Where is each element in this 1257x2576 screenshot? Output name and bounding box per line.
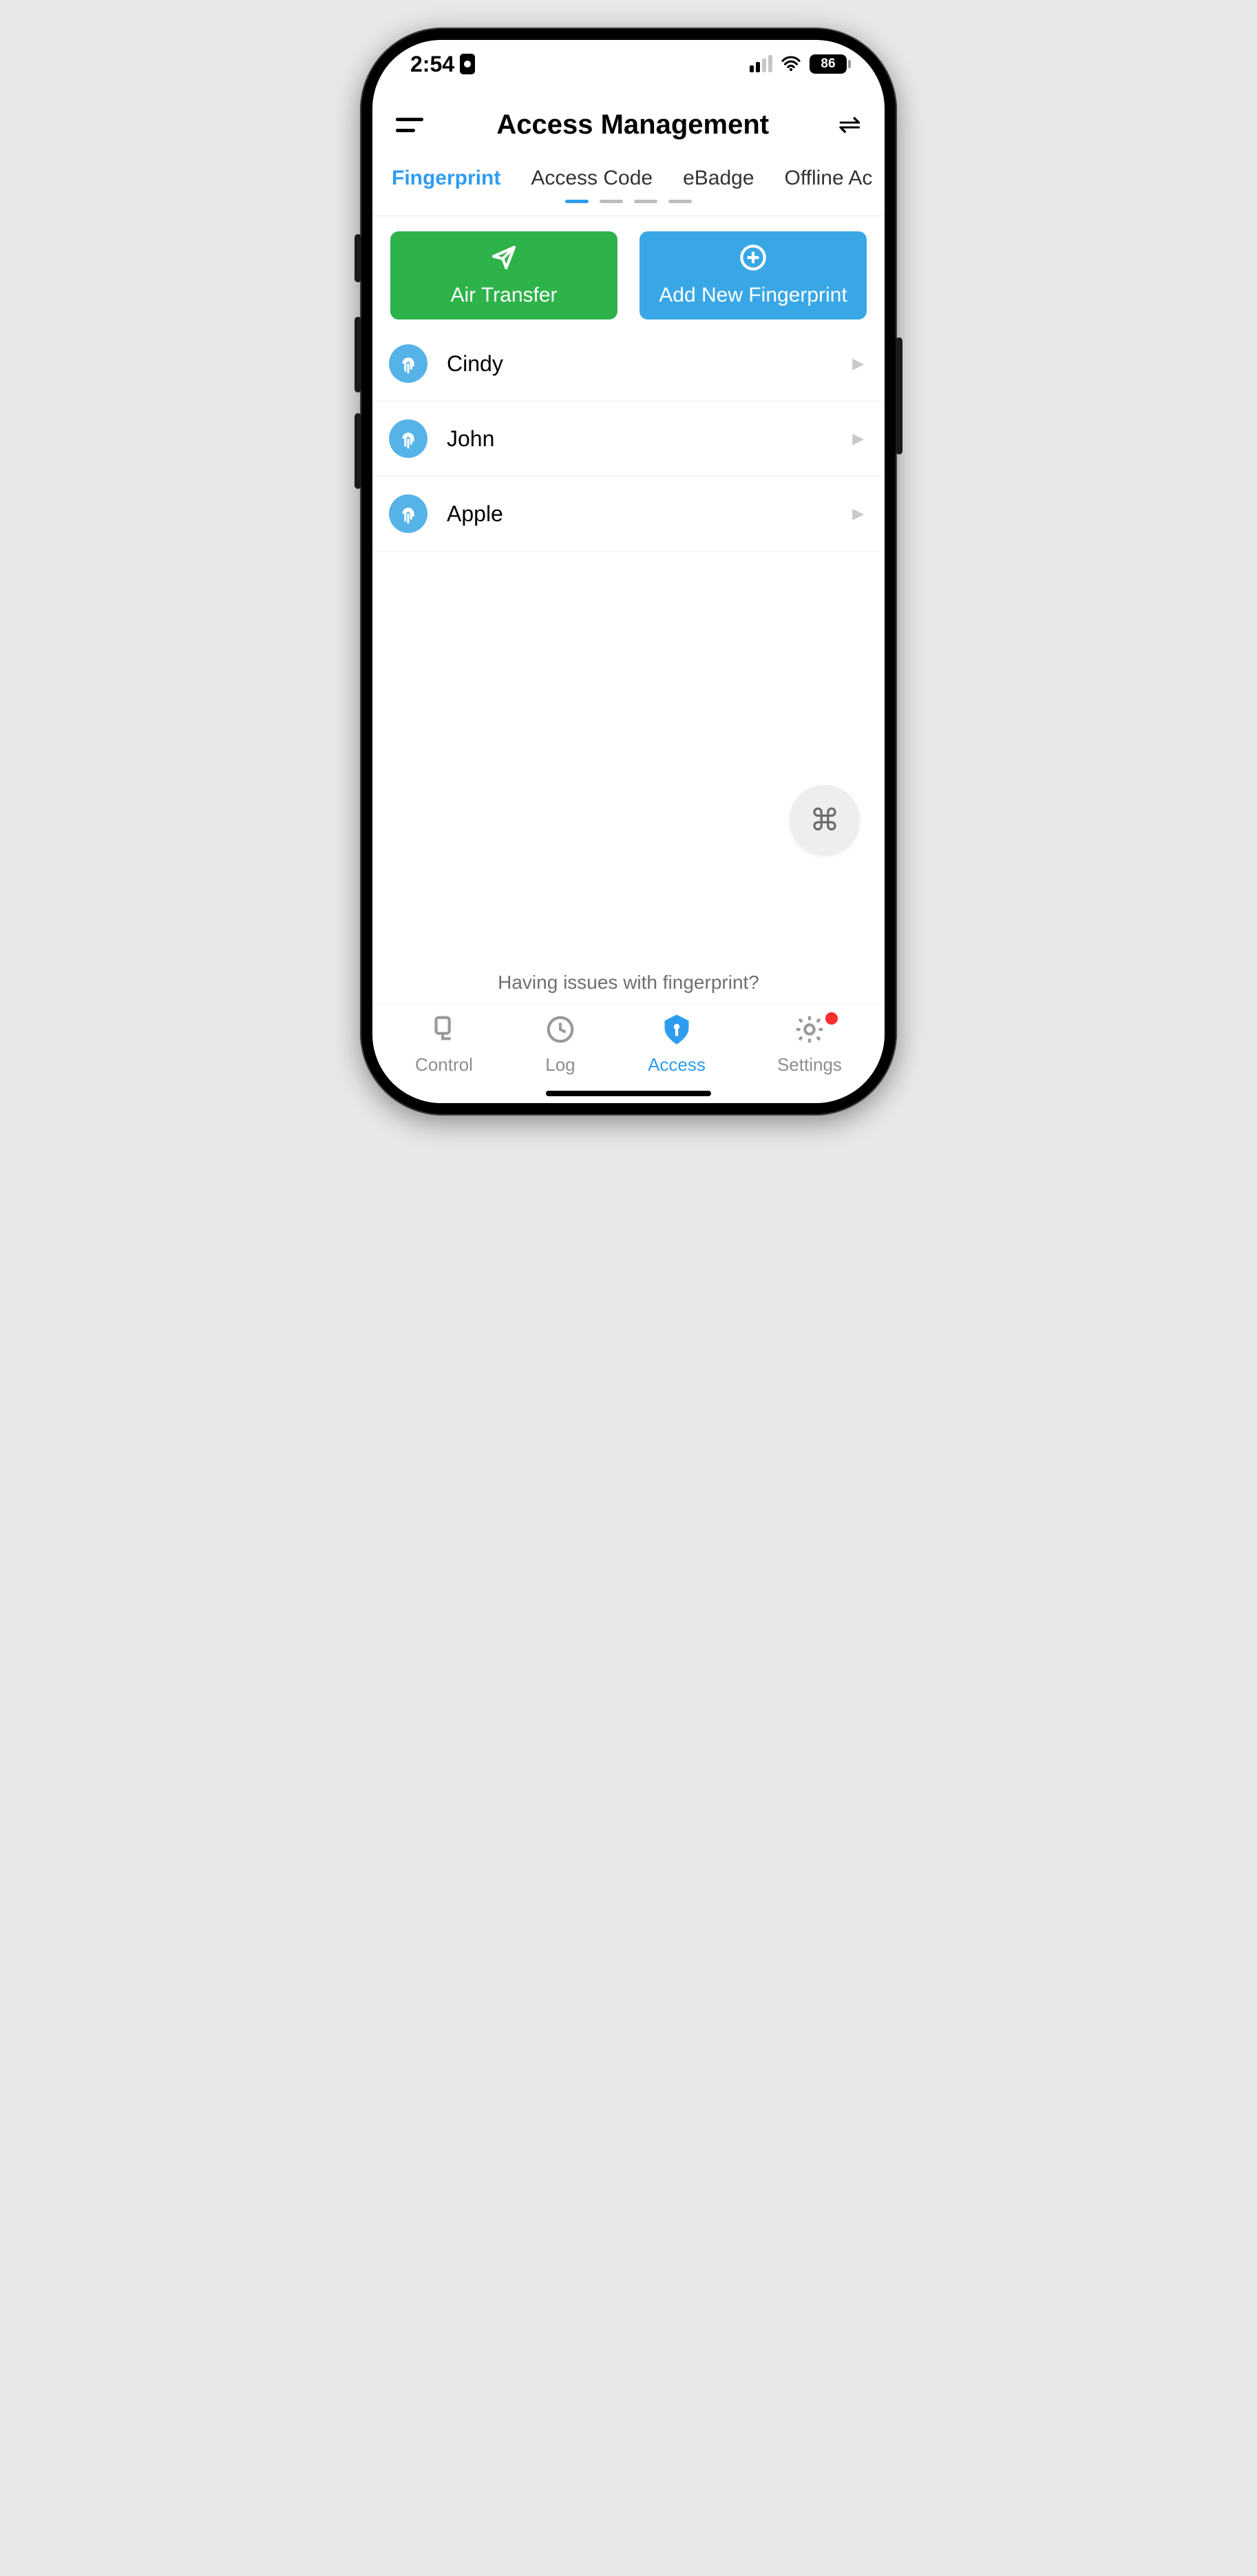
status-time: 2:54 bbox=[410, 52, 454, 77]
nav-settings[interactable]: Settings bbox=[777, 1014, 842, 1076]
add-fingerprint-button[interactable]: Add New Fingerprint bbox=[640, 231, 867, 320]
access-tabs: Fingerprint Access Code eBadge Offline A… bbox=[372, 147, 885, 200]
help-link[interactable]: Having issues with fingerprint? bbox=[372, 959, 885, 1003]
list-item-label: John bbox=[447, 426, 833, 452]
chevron-right-icon: ▶ bbox=[852, 355, 864, 373]
key-badge-icon bbox=[661, 1014, 693, 1050]
nav-label: Settings bbox=[777, 1054, 842, 1076]
command-fab[interactable]: ⌘ bbox=[790, 785, 860, 855]
chevron-right-icon: ▶ bbox=[852, 505, 864, 523]
notification-badge bbox=[825, 1012, 838, 1025]
gear-icon bbox=[794, 1014, 825, 1050]
nav-log[interactable]: Log bbox=[545, 1014, 576, 1076]
home-indicator[interactable] bbox=[546, 1091, 711, 1096]
plus-circle-icon bbox=[739, 244, 767, 277]
wifi-icon bbox=[781, 52, 801, 77]
tab-ebadge[interactable]: eBadge bbox=[683, 167, 754, 190]
tab-offline-access[interactable]: Offline Ac bbox=[785, 167, 873, 190]
list-item-label: Cindy bbox=[447, 351, 833, 377]
paper-plane-icon bbox=[490, 244, 518, 277]
list-item[interactable]: John ▶ bbox=[372, 401, 885, 477]
status-profile-icon bbox=[460, 54, 475, 74]
air-transfer-button[interactable]: Air Transfer bbox=[390, 231, 617, 320]
battery-icon: 86 bbox=[810, 54, 847, 74]
control-icon bbox=[428, 1014, 460, 1050]
list-item[interactable]: Cindy ▶ bbox=[372, 326, 885, 401]
nav-label: Control bbox=[415, 1054, 473, 1076]
fingerprint-list: Cindy ▶ John ▶ Apple ▶ bbox=[372, 326, 885, 959]
list-item[interactable]: Apple ▶ bbox=[372, 477, 885, 552]
chevron-right-icon: ▶ bbox=[852, 430, 864, 448]
signal-icon bbox=[750, 56, 772, 72]
tab-access-code[interactable]: Access Code bbox=[531, 167, 653, 190]
menu-button[interactable] bbox=[396, 109, 427, 140]
nav-label: Log bbox=[545, 1054, 575, 1076]
fingerprint-icon bbox=[389, 419, 427, 458]
nav-control[interactable]: Control bbox=[415, 1014, 473, 1076]
page-title: Access Management bbox=[496, 109, 769, 140]
fingerprint-icon bbox=[389, 344, 427, 383]
command-icon: ⌘ bbox=[810, 803, 840, 838]
list-item-label: Apple bbox=[447, 501, 833, 527]
bottom-nav: Control Log Access Settings bbox=[372, 1003, 885, 1081]
fingerprint-icon bbox=[389, 494, 427, 533]
switch-icon[interactable]: ⇌ bbox=[838, 109, 861, 140]
nav-label: Access bbox=[648, 1054, 706, 1076]
status-bar: 2:54 86 bbox=[372, 40, 885, 88]
nav-access[interactable]: Access bbox=[648, 1014, 706, 1076]
tab-fingerprint[interactable]: Fingerprint bbox=[392, 167, 500, 190]
clock-icon bbox=[545, 1014, 576, 1050]
page-indicator bbox=[372, 200, 885, 216]
